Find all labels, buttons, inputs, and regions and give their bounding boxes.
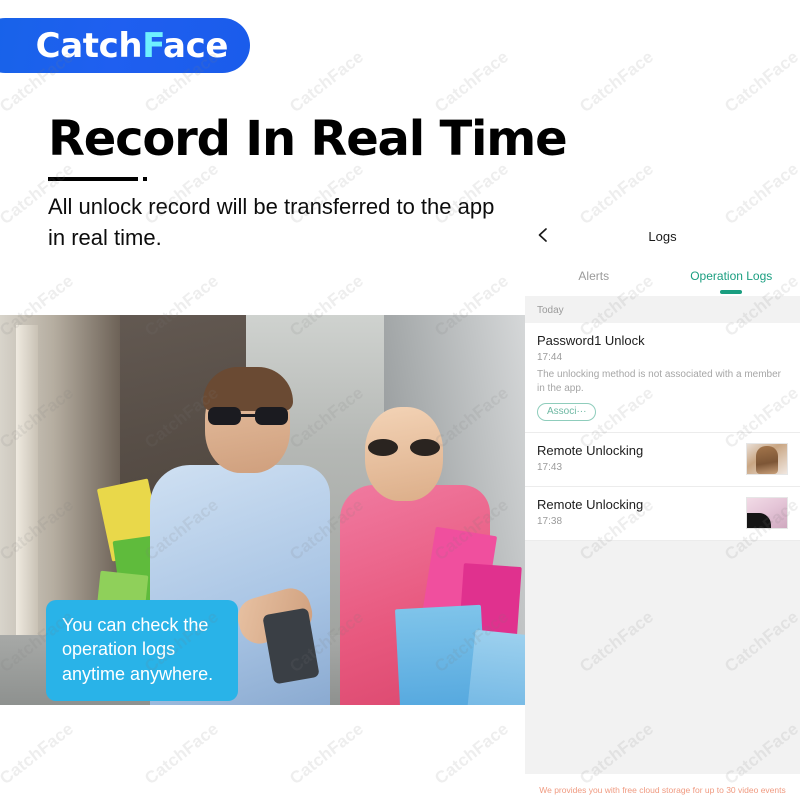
- brand-logo: CatchFace: [0, 18, 250, 73]
- photo-woman-sunglasses: [368, 439, 440, 456]
- photo-man-hair: [203, 367, 293, 411]
- watermark-text: CatchFace: [141, 0, 222, 5]
- app-footer: We provides you with free cloud storage …: [525, 774, 800, 800]
- associate-member-button[interactable]: Associ···: [537, 403, 597, 422]
- headline-divider: [48, 176, 566, 181]
- photo-shopping-bag-lightblue: [464, 629, 534, 705]
- watermark-text: CatchFace: [720, 47, 800, 117]
- log-entry-description: The unlocking method is not associated w…: [537, 369, 782, 395]
- log-entry[interactable]: Password1 Unlock 17:44 The unlocking met…: [525, 323, 800, 434]
- watermark-text: CatchFace: [285, 719, 367, 789]
- log-entry-time: 17:44: [537, 352, 563, 363]
- watermark-text: CatchFace: [430, 719, 512, 789]
- brand-logo-catch: Catch: [35, 25, 143, 66]
- tab-operation-logs[interactable]: Operation Logs: [663, 256, 800, 296]
- watermark-text: CatchFace: [285, 47, 367, 117]
- log-entry[interactable]: Remote Unlocking 17:38: [525, 487, 800, 542]
- log-list[interactable]: Today Password1 Unlock 17:44 The unlocki…: [525, 296, 800, 774]
- tab-alerts-label: Alerts: [578, 269, 610, 283]
- log-entry-title: Remote Unlocking: [537, 497, 644, 513]
- divider-bar: [48, 176, 138, 181]
- log-day-label: Today: [537, 305, 564, 316]
- log-entry-title: Password1 Unlock: [537, 333, 645, 348]
- tab-operation-logs-label: Operation Logs: [690, 269, 773, 283]
- brand-logo-text: CatchFace: [35, 25, 229, 66]
- log-entry-time: 17:38: [537, 516, 563, 528]
- callout-box: You can check the operation logs anytime…: [46, 600, 238, 702]
- app-tabs: Alerts Operation Logs: [525, 256, 800, 296]
- headline-block: Record In Real Time All unlock record wi…: [48, 111, 568, 253]
- log-entry[interactable]: Remote Unlocking 17:43: [525, 433, 800, 488]
- log-entry-time: 17:43: [537, 462, 563, 474]
- watermark-text: CatchFace: [0, 719, 77, 789]
- page-title: Record In Real Time: [48, 111, 568, 167]
- divider-dot: [143, 176, 147, 181]
- app-screenshot-panel: Logs Alerts Operation Logs Today Passwor…: [525, 216, 800, 800]
- brand-logo-f: F: [142, 25, 164, 66]
- watermark-text: CatchFace: [430, 47, 512, 117]
- app-navbar: Logs: [525, 216, 800, 256]
- watermark-text: CatchFace: [286, 0, 367, 5]
- log-entry-title: Remote Unlocking: [537, 443, 644, 459]
- cloud-storage-note: We provides you with free cloud storage …: [539, 785, 786, 800]
- watermark-text: CatchFace: [0, 0, 77, 5]
- tab-active-indicator: [720, 290, 743, 294]
- page-subtitle: All unlock record will be transferred to…: [48, 193, 495, 251]
- back-arrow-icon[interactable]: [533, 224, 555, 246]
- watermark-text: CatchFace: [140, 719, 222, 789]
- watermark-text: CatchFace: [431, 0, 512, 5]
- log-entry-thumbnail[interactable]: [746, 497, 788, 530]
- watermark-text: CatchFace: [721, 0, 800, 5]
- tab-alerts[interactable]: Alerts: [525, 256, 663, 296]
- brand-logo-ace: ace: [163, 25, 228, 66]
- photo-man-sunglasses: [208, 407, 288, 425]
- watermark-text: CatchFace: [576, 0, 657, 5]
- watermark-text: CatchFace: [575, 47, 657, 117]
- app-nav-title: Logs: [648, 228, 677, 244]
- log-list-empty-area: [525, 541, 800, 774]
- log-entry-thumbnail[interactable]: [746, 443, 788, 476]
